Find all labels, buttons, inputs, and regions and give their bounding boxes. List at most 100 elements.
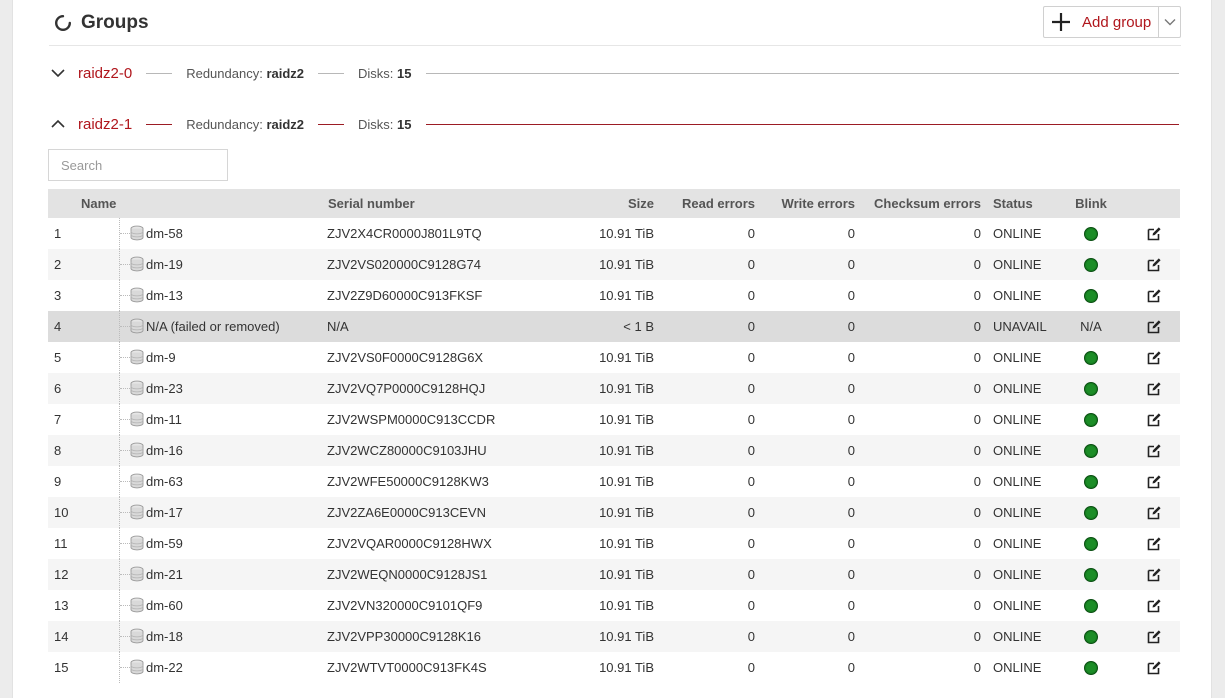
table-row[interactable]: 14 dm-18 ZJV2VPP30000C9128K16 10.91 TiB 0 0 0 O… xyxy=(48,621,1180,652)
edit-cell xyxy=(1127,466,1180,497)
serial-number: ZJV2VS020000C9128G74 xyxy=(327,257,481,272)
group-row-raidz2-1: raidz2-1 Redundancy: raidz2 Disks: 15 xyxy=(49,113,1179,135)
status-dot-icon[interactable] xyxy=(1084,599,1098,614)
column-header-size[interactable]: Size xyxy=(517,189,654,218)
status-dot-icon[interactable] xyxy=(1084,289,1098,304)
edit-icon[interactable] xyxy=(1146,598,1162,614)
groups-header: Groups Add group xyxy=(49,6,1181,46)
table-row[interactable]: 11 dm-59 ZJV2VQAR0000C9128HWX 10.91 TiB 0 0 0 O… xyxy=(48,528,1180,559)
edit-icon[interactable] xyxy=(1146,505,1162,521)
table-row[interactable]: 4 N/A (failed or removed) N/A < 1 B 0 0 0 UNAVA… xyxy=(48,311,1180,342)
status-dot-icon[interactable] xyxy=(1084,413,1098,428)
edit-icon[interactable] xyxy=(1146,474,1162,490)
disk-name-cell: dm-11 xyxy=(78,404,327,435)
page-title: Groups xyxy=(81,12,149,33)
read-errors: 0 xyxy=(747,443,755,458)
column-header-read-errors[interactable]: Read errors xyxy=(654,189,755,218)
read-errors: 0 xyxy=(747,350,755,365)
chevron-down-icon[interactable] xyxy=(50,65,66,81)
column-header-write-errors[interactable]: Write errors xyxy=(755,189,855,218)
group-name[interactable]: raidz2-1 xyxy=(78,116,132,133)
status-dot-icon[interactable] xyxy=(1084,382,1098,397)
group-name[interactable]: raidz2-0 xyxy=(78,65,132,82)
edit-icon[interactable] xyxy=(1146,226,1162,242)
status-dot-icon[interactable] xyxy=(1084,227,1098,242)
edit-icon[interactable] xyxy=(1146,443,1162,459)
write-errors: 0 xyxy=(847,598,855,613)
edit-icon[interactable] xyxy=(1146,350,1162,366)
group-redundancy: Redundancy: raidz2 xyxy=(186,65,305,81)
disk-size: 10.91 TiB xyxy=(599,288,654,303)
blink-cell xyxy=(1063,652,1127,683)
edit-icon[interactable] xyxy=(1146,319,1162,335)
table-row[interactable]: 13 dm-60 ZJV2VN320000C9101QF9 10.91 TiB 0 0 0 O… xyxy=(48,590,1180,621)
table-row[interactable]: 10 dm-17 ZJV2ZA6E0000C913CEVN 10.91 TiB 0 0 0 O… xyxy=(48,497,1180,528)
edit-icon[interactable] xyxy=(1146,257,1162,273)
table-row[interactable]: 12 dm-21 ZJV2WEQN0000C9128JS1 10.91 TiB 0 0 0 O… xyxy=(48,559,1180,590)
status-dot-icon[interactable] xyxy=(1084,506,1098,521)
edit-icon[interactable] xyxy=(1146,536,1162,552)
disk-size: 10.91 TiB xyxy=(599,598,654,613)
column-header-actions xyxy=(1127,189,1180,218)
disk-icon xyxy=(130,473,144,489)
status-dot-icon[interactable] xyxy=(1084,661,1098,676)
table-row[interactable]: 1 dm-58 ZJV2X4CR0000J801L9TQ 10.91 TiB 0 0 0 ON… xyxy=(48,218,1180,249)
serial-number: ZJV2WEQN0000C9128JS1 xyxy=(327,567,488,582)
disk-name-cell: dm-60 xyxy=(78,590,327,621)
status-dot-icon[interactable] xyxy=(1084,258,1098,273)
table-row[interactable]: 8 dm-16 ZJV2WCZ80000C9103JHU 10.91 TiB 0 0 0 ON… xyxy=(48,435,1180,466)
edit-icon[interactable] xyxy=(1146,629,1162,645)
write-errors: 0 xyxy=(847,536,855,551)
table-row[interactable]: 9 dm-63 ZJV2WFE50000C9128KW3 10.91 TiB 0 0 0 ON… xyxy=(48,466,1180,497)
group-redundancy: Redundancy: raidz2 xyxy=(186,116,305,132)
table-row[interactable]: 6 dm-23 ZJV2VQ7P0000C9128HQJ 10.91 TiB 0 0 0 ON… xyxy=(48,373,1180,404)
status-dot-icon[interactable] xyxy=(1084,475,1098,490)
disk-icon xyxy=(130,256,144,272)
edit-icon[interactable] xyxy=(1146,288,1162,304)
write-errors: 0 xyxy=(847,381,855,396)
column-header-status[interactable]: Status xyxy=(981,189,1063,218)
add-group-dropdown-toggle[interactable] xyxy=(1159,7,1180,37)
table-row[interactable]: 5 dm-9 ZJV2VS0F0000C9128G6X 10.91 TiB 0 0 0 ONL… xyxy=(48,342,1180,373)
redundancy-value: raidz2 xyxy=(266,65,305,81)
table-row[interactable]: 2 dm-19 ZJV2VS020000C9128G74 10.91 TiB 0 0 0 ON… xyxy=(48,249,1180,280)
table-row[interactable]: 15 dm-22 ZJV2WTVT0000C913FK4S 10.91 TiB 0 0 0 O… xyxy=(48,652,1180,683)
edit-cell xyxy=(1127,497,1180,528)
status-dot-icon[interactable] xyxy=(1084,568,1098,583)
status-dot-icon[interactable] xyxy=(1084,444,1098,459)
column-header-serial[interactable]: Serial number xyxy=(327,189,517,218)
status-dot-icon[interactable] xyxy=(1084,537,1098,552)
edit-icon[interactable] xyxy=(1146,567,1162,583)
edit-icon[interactable] xyxy=(1146,660,1162,676)
checksum-errors: 0 xyxy=(973,350,981,365)
disk-name-cell: dm-23 xyxy=(78,373,327,404)
blink-cell xyxy=(1063,280,1127,311)
edit-cell xyxy=(1127,652,1180,683)
disk-size: 10.91 TiB xyxy=(599,536,654,551)
table-header-row: Name Serial number Size Read errors Writ… xyxy=(48,189,1180,218)
row-index: 4 xyxy=(54,319,62,334)
table-row[interactable]: 3 dm-13 ZJV2Z9D60000C913FKSF 10.91 TiB 0 0 0 ON… xyxy=(48,280,1180,311)
disk-icon xyxy=(130,535,144,551)
search-input[interactable] xyxy=(48,149,228,181)
row-index: 7 xyxy=(54,412,62,427)
table-row[interactable]: 7 dm-11 ZJV2WSPM0000C913CCDR 10.91 TiB 0 0 0 ON… xyxy=(48,404,1180,435)
disk-name-cell: dm-9 xyxy=(78,342,327,373)
edit-icon[interactable] xyxy=(1146,381,1162,397)
write-errors: 0 xyxy=(847,660,855,675)
edit-icon[interactable] xyxy=(1146,412,1162,428)
checksum-errors: 0 xyxy=(973,412,981,427)
column-header-name[interactable]: Name xyxy=(78,189,327,218)
read-errors: 0 xyxy=(747,381,755,396)
group-disks: Disks: 15 xyxy=(358,116,412,132)
disk-size: 10.91 TiB xyxy=(599,257,654,272)
disk-name: dm-18 xyxy=(146,629,183,644)
chevron-up-icon[interactable] xyxy=(50,116,66,132)
edit-cell xyxy=(1127,404,1180,435)
disk-name-cell: N/A (failed or removed) xyxy=(78,311,327,342)
status-dot-icon[interactable] xyxy=(1084,351,1098,366)
add-group-button[interactable]: Add group xyxy=(1044,7,1159,37)
divider xyxy=(318,72,345,74)
column-header-checksum-errors[interactable]: Checksum errors xyxy=(855,189,981,218)
status-dot-icon[interactable] xyxy=(1084,630,1098,645)
